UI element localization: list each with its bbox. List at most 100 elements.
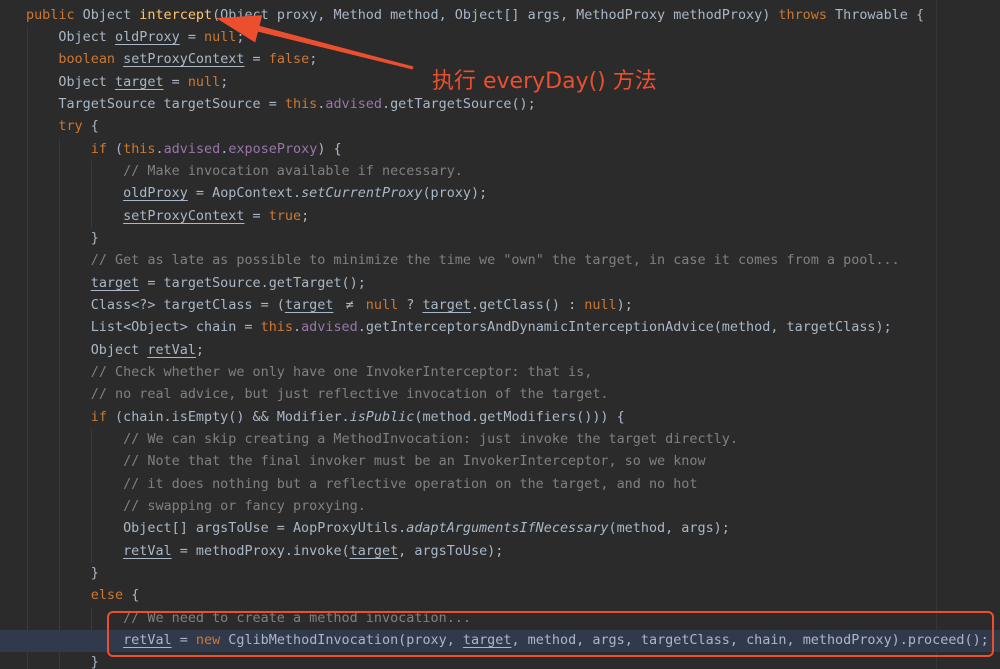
keyword-token: if — [90, 409, 107, 425]
code-text: . — [155, 141, 164, 157]
keyword-token: null — [584, 298, 617, 314]
keyword-token: false — [268, 52, 310, 68]
code-line[interactable]: if (chain.isEmpty() && Modifier.isPublic… — [0, 407, 1000, 429]
comment-token: // Check whether we only have one Invoke… — [90, 365, 593, 381]
code-text: } — [26, 566, 99, 582]
code-line[interactable]: } — [0, 563, 1000, 585]
code-line[interactable]: // no real advice, but just reflective i… — [0, 384, 1000, 406]
static-method-token: setCurrentProxy — [301, 186, 423, 202]
code-line[interactable]: // We can skip creating a MethodInvocati… — [0, 429, 1000, 451]
code-line[interactable]: else { — [0, 585, 1000, 607]
code-text: . — [293, 320, 302, 336]
code-line[interactable]: target = targetSource.getTarget(); — [0, 273, 1000, 295]
variable-token: retVal — [123, 543, 172, 559]
code-line[interactable]: // Note that the final invoker must be a… — [0, 451, 1000, 473]
keyword-token: try — [58, 119, 83, 135]
code-line[interactable]: } — [0, 652, 1000, 669]
code-text: = — [163, 74, 188, 90]
comment-token: // We can skip creating a MethodInvocati… — [123, 432, 738, 448]
code-line[interactable]: Class<?> targetClass = (target ≠ null ? … — [0, 295, 1000, 317]
code-text: = targetSource.getTarget(); — [139, 275, 366, 291]
code-text: ; — [195, 342, 204, 358]
code-text: , argsToUse); — [398, 543, 504, 559]
code-text: .getClass() : — [471, 298, 585, 314]
code-text: .getTargetSource(); — [382, 97, 536, 113]
code-text: Throwable { — [826, 7, 925, 23]
code-line[interactable]: List<Object> chain = this.advised.getInt… — [0, 317, 1000, 339]
code-line[interactable]: if (this.advised.exposeProxy) { — [0, 139, 1000, 161]
keyword-token: null — [187, 74, 221, 90]
code-line[interactable]: oldProxy = AopContext.setCurrentProxy(pr… — [0, 183, 1000, 205]
code-line[interactable]: } — [0, 228, 1000, 250]
code-line[interactable]: // it does nothing but a reflective oper… — [0, 474, 1000, 496]
code-line[interactable]: // Get as late as possible to minimize t… — [0, 250, 1000, 272]
code-line[interactable]: try { — [0, 116, 1000, 138]
code-line[interactable]: public Object intercept(Object proxy, Me… — [0, 5, 1000, 27]
code-area[interactable]: public Object intercept(Object proxy, Me… — [0, 5, 1000, 669]
comment-token: // Note that the final invoker must be a… — [123, 454, 706, 470]
code-text: = methodProxy.invoke( — [171, 543, 350, 559]
code-line[interactable]: Object[] argsToUse = AopProxyUtils.adapt… — [0, 518, 1000, 540]
code-line[interactable]: retVal = methodProxy.invoke(target, args… — [0, 541, 1000, 563]
variable-token: target — [115, 74, 164, 90]
code-text: ) { — [317, 141, 342, 157]
comment-token: // it does nothing but a reflective oper… — [123, 476, 698, 492]
code-text: , method, args, targetClass, chain, meth… — [511, 633, 989, 649]
variable-token: retVal — [123, 633, 172, 649]
code-line[interactable]: setProxyContext = true; — [0, 206, 1000, 228]
code-text: ; — [220, 74, 229, 90]
static-method-token: adaptArgumentsIfNecessary — [406, 521, 609, 537]
code-text: = — [244, 208, 269, 224]
code-text: .getInterceptorsAndDynamicInterceptionAd… — [357, 320, 892, 336]
code-line[interactable]: TargetSource targetSource = this.advised… — [0, 94, 1000, 116]
code-text: ( — [106, 141, 124, 157]
variable-token: setProxyContext — [123, 208, 245, 224]
comment-token: // swapping or fancy proxying. — [123, 499, 366, 515]
keyword-token: this — [284, 97, 318, 113]
code-text: Class<?> targetClass = ( — [26, 298, 285, 314]
variable-token: target — [349, 543, 399, 559]
variable-token: target — [90, 275, 140, 291]
field-token: advised — [301, 320, 358, 336]
field-token: exposeProxy — [228, 141, 318, 157]
keyword-token: null — [204, 30, 237, 46]
field-token: advised — [325, 97, 382, 113]
code-text: ); — [616, 298, 633, 314]
code-text: { — [123, 588, 140, 604]
variable-token: target — [462, 633, 512, 649]
code-line-current[interactable]: retVal = new CglibMethodInvocation(proxy… — [0, 630, 1000, 653]
code-text: ; — [236, 30, 245, 46]
code-line[interactable]: Object retVal; — [0, 340, 1000, 362]
code-text: { — [82, 119, 99, 135]
code-line[interactable]: // Check whether we only have one Invoke… — [0, 362, 1000, 384]
code-line[interactable]: // swapping or fancy proxying. — [0, 496, 1000, 518]
variable-token: oldProxy — [123, 186, 188, 202]
code-text: = — [171, 633, 196, 649]
code-line[interactable]: // We need to create a method invocation… — [0, 608, 1000, 630]
code-editor[interactable]: public Object intercept(Object proxy, Me… — [0, 0, 1000, 669]
code-line[interactable]: // Make invocation available if necessar… — [0, 161, 1000, 183]
static-method-token: isPublic — [349, 409, 415, 425]
variable-token: target — [422, 298, 471, 314]
operator-token: ≠ — [345, 298, 354, 314]
code-text: Object — [26, 30, 115, 46]
annotation-label: 执行 everyDay() 方法 — [432, 69, 657, 94]
code-line[interactable]: Object oldProxy = null; — [0, 27, 1000, 49]
code-text: List<Object> chain = — [26, 320, 261, 336]
comment-token: // no real advice, but just reflective i… — [90, 387, 609, 403]
keyword-token: public — [26, 7, 75, 23]
